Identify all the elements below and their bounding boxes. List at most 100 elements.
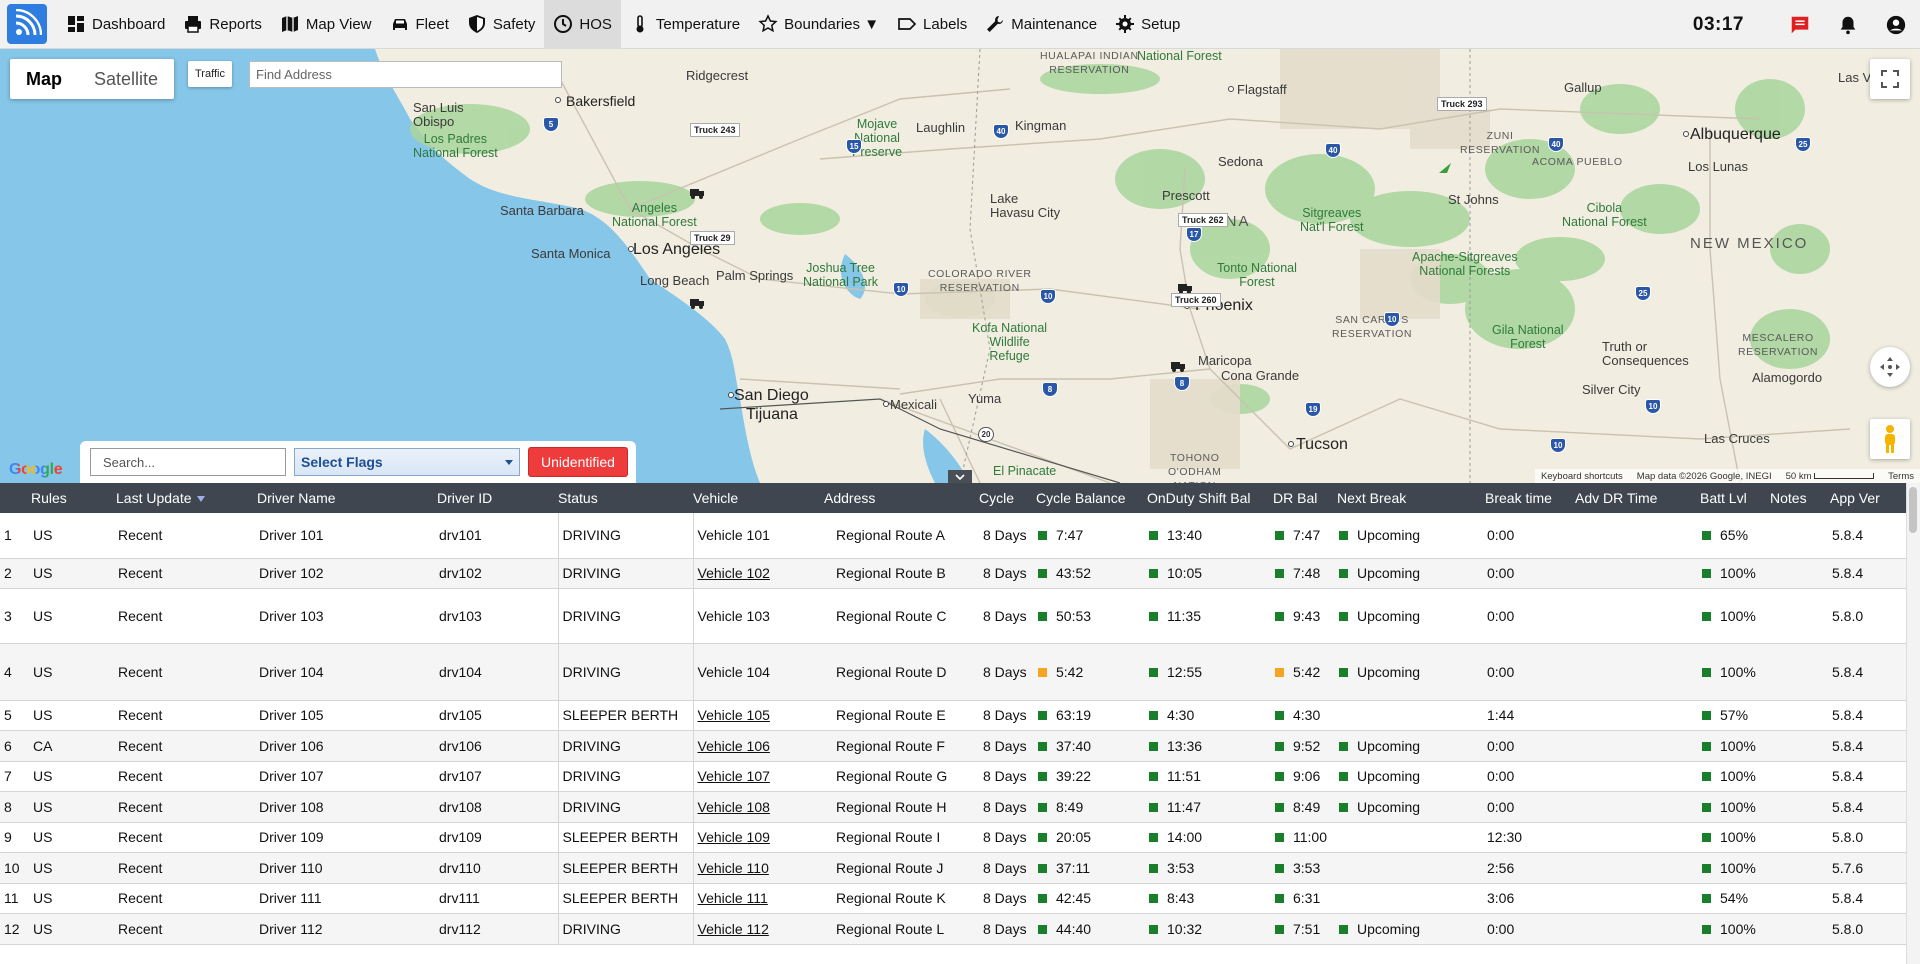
table-row[interactable]: 12 US Recent Driver 112 drv112 DRIVING Vehicle… — [0, 913, 1906, 945]
cell-vehicle[interactable]: Vehicle 110 — [692, 852, 824, 884]
cell-vehicle[interactable]: Vehicle 107 — [692, 761, 824, 792]
table-row[interactable]: 10 US Recent Driver 110 drv110 SLEEPER BERTH V… — [0, 852, 1906, 884]
app-logo-icon[interactable] — [7, 4, 47, 44]
nav-labels[interactable]: Labels — [888, 0, 976, 49]
table-row[interactable]: 7 US Recent Driver 107 drv107 DRIVING Vehicle … — [0, 761, 1906, 792]
column-header[interactable]: Driver ID — [437, 483, 558, 513]
nav-temperature[interactable]: Temperature — [621, 0, 749, 49]
cell-break-time: 0:00 — [1485, 761, 1575, 792]
column-header[interactable]: Batt Lvl — [1700, 483, 1770, 513]
cell-status: DRIVING — [557, 761, 693, 792]
cell-rules: US — [31, 822, 116, 853]
column-header[interactable]: Break time — [1485, 483, 1575, 513]
status-indicator — [1702, 802, 1711, 812]
table-row[interactable]: 5 US Recent Driver 105 drv105 SLEEPER BERTH Ve… — [0, 700, 1906, 731]
column-header[interactable]: DR Bal — [1273, 483, 1337, 513]
nav-safety[interactable]: Safety — [458, 0, 545, 49]
column-header[interactable]: Last Update — [116, 483, 257, 513]
column-header[interactable]: Status — [558, 483, 693, 513]
nav-setup[interactable]: Setup — [1106, 0, 1189, 49]
map-label-lake-havasu: Lake Havasu City — [990, 191, 1061, 220]
column-header[interactable]: Driver Name — [257, 483, 437, 513]
cell-vehicle[interactable]: Vehicle 102 — [692, 558, 824, 589]
nav-mapview[interactable]: Map View — [271, 0, 381, 49]
cell-next-break: Upcoming — [1337, 643, 1485, 701]
column-header[interactable]: Vehicle — [693, 483, 824, 513]
map-view[interactable]: Bakersfield Ridgecrest San Luis Obispo L… — [0, 49, 1920, 483]
column-header[interactable]: Cycle — [979, 483, 1036, 513]
cell-batt: 100% — [1700, 791, 1770, 823]
select-flags-dropdown[interactable]: Select Flags — [294, 448, 520, 476]
unidentified-button[interactable]: Unidentified — [528, 447, 628, 477]
driver-search-input[interactable] — [90, 448, 286, 476]
table-row[interactable]: 6 CA Recent Driver 106 drv106 DRIVING Vehicle … — [0, 730, 1906, 762]
column-header[interactable]: App Ver — [1830, 483, 1906, 513]
map-label-colorado-river: COLORADO RIVER RESERVATION — [928, 268, 1032, 294]
status-indicator — [1702, 531, 1711, 541]
table-scrollbar[interactable] — [1906, 483, 1920, 964]
column-header[interactable]: OnDuty Shift Bal — [1147, 483, 1273, 513]
table-row[interactable]: 2 US Recent Driver 102 drv102 DRIVING Vehicle … — [0, 558, 1906, 589]
cell-vehicle[interactable]: Vehicle 106 — [692, 730, 824, 762]
cell-cycle-bal: 43:52 — [1036, 558, 1147, 589]
keyboard-shortcuts-link[interactable]: Keyboard shortcuts — [1541, 471, 1623, 482]
table-row[interactable]: 11 US Recent Driver 111 drv111 SLEEPER BERTH V… — [0, 883, 1906, 914]
cell-rules: US — [31, 791, 116, 823]
table-row[interactable]: 4 US Recent Driver 104 drv104 DRIVING Vehicle … — [0, 643, 1906, 701]
fullscreen-icon[interactable] — [1870, 59, 1910, 99]
cell-driver: Driver 106 — [257, 730, 437, 762]
table-row[interactable]: 3 US Recent Driver 103 drv103 DRIVING Vehicle … — [0, 588, 1906, 644]
street-view-pegman-icon[interactable] — [1870, 419, 1910, 459]
status-indicator — [1038, 802, 1047, 812]
column-header[interactable]: Address — [824, 483, 979, 513]
table-row[interactable]: 8 US Recent Driver 108 drv108 DRIVING Vehicle … — [0, 791, 1906, 823]
cell-dr-bal: 9:52 — [1273, 730, 1337, 762]
map-label-truth: Truth or Consequences — [1602, 339, 1689, 368]
cell-vehicle[interactable]: Vehicle 112 — [692, 913, 824, 945]
column-header[interactable]: Adv DR Time — [1575, 483, 1700, 513]
cell-vehicle[interactable]: Vehicle 108 — [692, 791, 824, 823]
column-header[interactable] — [0, 483, 31, 513]
status-indicator — [1339, 569, 1348, 578]
nav-reports[interactable]: Reports — [174, 0, 271, 49]
account-icon[interactable] — [1872, 0, 1920, 49]
cell-vehicle[interactable]: Vehicle 109 — [692, 822, 824, 853]
cell-id: drv110 — [437, 852, 558, 884]
nav-dashboard[interactable]: Dashboard — [57, 0, 174, 49]
map-type-map-button[interactable]: Map — [10, 59, 78, 99]
star-icon — [758, 14, 778, 33]
cell-rules: US — [31, 558, 116, 589]
nav-label: Reports — [209, 15, 262, 33]
map-type-satellite-button[interactable]: Satellite — [78, 59, 174, 99]
column-header[interactable]: Rules — [31, 483, 116, 513]
nav-label: Temperature — [655, 15, 741, 33]
cell-cycle: 8 Days — [979, 761, 1036, 792]
cell-driver: Driver 102 — [257, 558, 437, 589]
nav-maintenance[interactable]: Maintenance — [976, 0, 1106, 49]
map-label-mescalero: MESCALERO RESERVATION — [1738, 332, 1819, 358]
terms-link[interactable]: Terms — [1888, 471, 1914, 482]
table-row[interactable]: 9 US Recent Driver 109 drv109 SLEEPER BERTH Ve… — [0, 822, 1906, 853]
cell-vehicle[interactable]: Vehicle 105 — [692, 700, 824, 731]
table-scrollbar-thumb[interactable] — [1909, 487, 1917, 533]
notifications-bell-icon[interactable] — [1824, 0, 1872, 49]
collapse-map-toggle[interactable] — [948, 470, 972, 483]
cell-id: drv112 — [437, 913, 558, 945]
traffic-button[interactable]: Traffic — [188, 61, 232, 87]
table-row[interactable]: 1 US Recent Driver 101 drv101 DRIVING Vehicle … — [0, 513, 1906, 559]
cell-status: DRIVING — [557, 558, 693, 589]
map-scale[interactable]: 50 km — [1786, 471, 1875, 482]
cell-adv-dr — [1575, 513, 1700, 559]
map-pan-control-icon[interactable] — [1870, 347, 1910, 387]
column-header[interactable]: Cycle Balance — [1036, 483, 1147, 513]
nav-boundaries[interactable]: Boundaries ▼ — [749, 0, 888, 49]
nav-fleet[interactable]: Fleet — [381, 0, 458, 49]
find-address-input[interactable] — [249, 61, 562, 88]
column-header[interactable]: Next Break — [1337, 483, 1485, 513]
cell-id: drv105 — [437, 700, 558, 731]
messages-icon[interactable] — [1776, 0, 1824, 49]
nav-hos[interactable]: HOS — [544, 0, 621, 49]
column-header[interactable]: Notes — [1770, 483, 1830, 513]
cell-ver: 5.8.4 — [1830, 558, 1906, 589]
cell-vehicle[interactable]: Vehicle 111 — [692, 883, 824, 914]
